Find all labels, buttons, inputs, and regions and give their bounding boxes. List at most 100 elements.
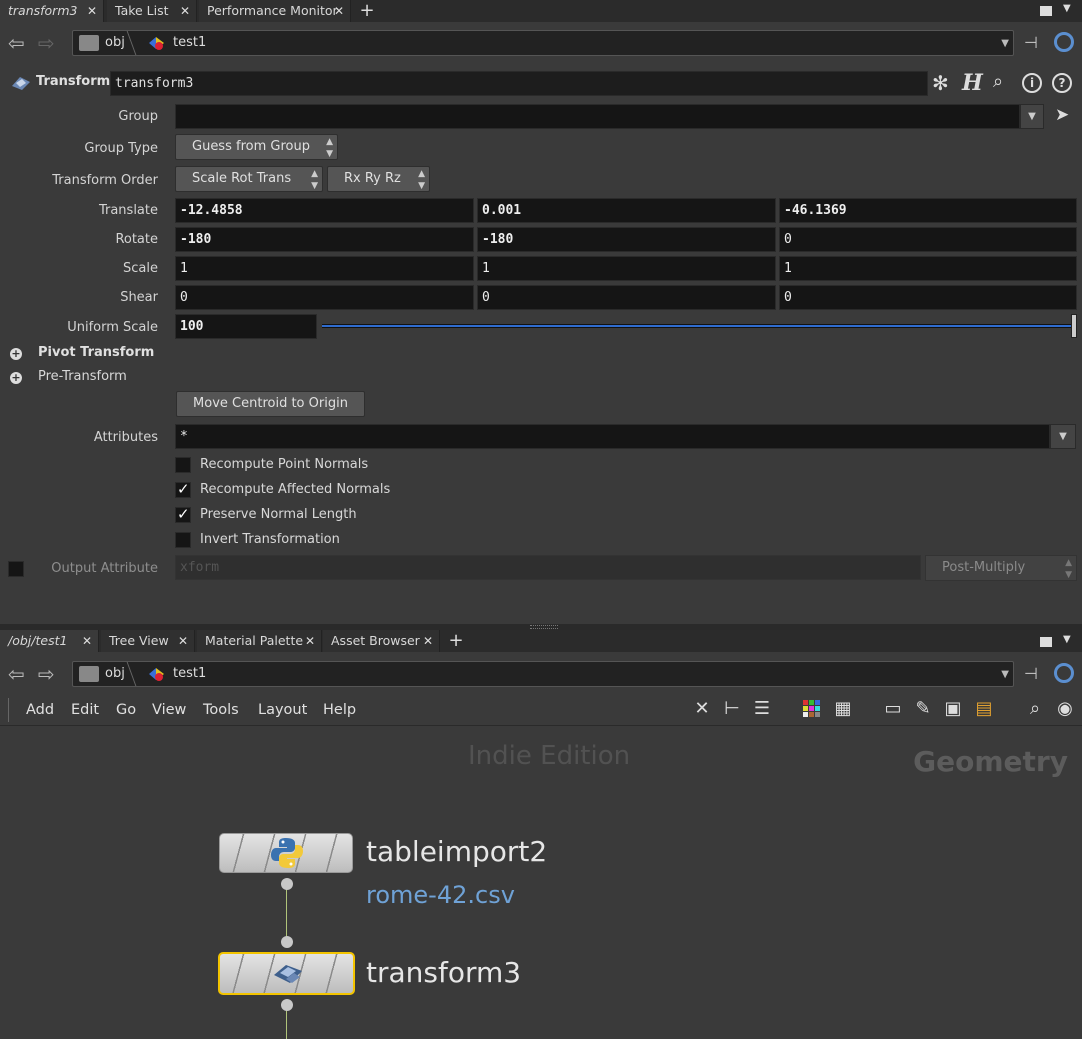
shear-y-field[interactable]: 0 <box>477 285 776 310</box>
houdini-help-icon[interactable]: H <box>962 70 983 96</box>
close-icon[interactable]: ✕ <box>178 630 188 652</box>
eye-icon[interactable]: ◉ <box>1052 696 1078 722</box>
pivot-transform-folder[interactable]: Pivot Transform <box>38 345 154 360</box>
network-canvas[interactable]: Indie Edition Geometry tableimport2 rome… <box>0 727 1082 1039</box>
chevron-down-icon[interactable]: ▼ <box>1063 3 1071 14</box>
move-centroid-button[interactable]: Move Centroid to Origin <box>176 391 365 417</box>
path-node[interactable]: test1 <box>173 662 206 686</box>
chevron-down-icon[interactable]: ▼ <box>1063 634 1071 645</box>
rotate-x-field[interactable]: -180 <box>175 227 474 252</box>
forward-arrow-icon[interactable]: ⇨ <box>38 664 62 684</box>
node-transform3[interactable] <box>218 952 355 995</box>
group-dropdown[interactable]: ▼ <box>1020 104 1044 129</box>
search-icon[interactable]: ⌕ <box>1022 696 1048 722</box>
expand-plus-icon[interactable]: + <box>10 348 22 360</box>
output-connector[interactable] <box>281 999 293 1011</box>
color-grid-icon[interactable] <box>799 696 825 722</box>
scale-z-field[interactable]: 1 <box>779 256 1077 281</box>
path-root[interactable]: obj <box>105 31 125 55</box>
tab-material-palette[interactable]: Material Palette ✕ <box>197 630 322 652</box>
scale-y-field[interactable]: 1 <box>477 256 776 281</box>
invert-transformation-checkbox[interactable] <box>175 532 191 548</box>
tab-asset-browser[interactable]: Asset Browser ✕ <box>323 630 440 652</box>
chevron-down-icon[interactable]: ▼ <box>1001 669 1009 680</box>
menu-view[interactable]: View <box>152 696 186 724</box>
rotate-z-field[interactable]: 0 <box>779 227 1077 252</box>
recompute-affected-normals-checkbox[interactable]: ✓ <box>175 480 191 498</box>
tab-tree-view[interactable]: Tree View ✕ <box>101 630 195 652</box>
input-connector[interactable] <box>281 936 293 948</box>
background-image-icon[interactable]: ▣ <box>940 696 966 722</box>
shear-x-field[interactable]: 0 <box>175 285 474 310</box>
close-icon[interactable]: ✕ <box>82 630 92 652</box>
menu-layout[interactable]: Layout <box>258 696 307 724</box>
search-icon[interactable]: ⌕ <box>993 71 1003 92</box>
uniform-scale-slider-track[interactable] <box>322 324 1072 328</box>
gear-icon[interactable]: ✻ <box>932 71 949 95</box>
close-icon[interactable]: ✕ <box>87 0 97 22</box>
close-icon[interactable]: ✕ <box>423 630 433 652</box>
translate-z-field[interactable]: -46.1369 <box>779 198 1077 223</box>
group-input[interactable] <box>175 104 1020 129</box>
scale-x-field[interactable]: 1 <box>175 256 474 281</box>
tab-transform3[interactable]: transform3 ✕ <box>0 0 104 22</box>
pin-icon[interactable]: ⊣ <box>1024 33 1038 52</box>
menu-help[interactable]: Help <box>323 696 356 724</box>
node-tableimport2[interactable] <box>219 833 353 873</box>
info-icon[interactable]: i <box>1022 73 1042 93</box>
preserve-normal-length-checkbox[interactable]: ✓ <box>175 505 191 523</box>
back-arrow-icon[interactable]: ⇦ <box>8 664 32 684</box>
path-field[interactable]: obj test1 ▼ <box>72 30 1014 56</box>
path-field[interactable]: obj test1 ▼ <box>72 661 1014 687</box>
rotate-y-field[interactable]: -180 <box>477 227 776 252</box>
menu-add[interactable]: Add <box>26 696 54 724</box>
group-type-menu[interactable]: Guess from Group ▲ ▼ <box>175 134 338 160</box>
path-root[interactable]: obj <box>105 662 125 686</box>
add-tab-icon[interactable]: + <box>446 630 466 652</box>
rotation-order-menu[interactable]: Rx Ry Rz ▲ ▼ <box>327 166 430 192</box>
uniform-scale-field[interactable]: 100 <box>175 314 317 339</box>
recompute-point-normals-checkbox[interactable] <box>175 457 191 473</box>
link-icon[interactable] <box>1054 32 1074 52</box>
translate-x-field[interactable]: -12.4858 <box>175 198 474 223</box>
pre-transform-folder[interactable]: Pre-Transform <box>38 369 127 384</box>
list-icon[interactable]: ☰ <box>749 696 775 722</box>
add-tab-icon[interactable]: + <box>357 0 377 22</box>
menu-tools[interactable]: Tools <box>203 696 239 724</box>
shape-grid-icon[interactable]: ▦ <box>830 696 856 722</box>
maximize-icon[interactable] <box>1040 637 1052 647</box>
node-name-transform3[interactable]: transform3 <box>366 956 521 989</box>
tab-obj-test1[interactable]: /obj/test1 ✕ <box>0 630 99 652</box>
attributes-dropdown[interactable]: ▼ <box>1050 424 1076 449</box>
network-box-icon[interactable]: ▭ <box>880 696 906 722</box>
maximize-icon[interactable] <box>1040 6 1052 16</box>
back-arrow-icon[interactable]: ⇦ <box>8 33 32 53</box>
tree-icon[interactable]: ⊢ <box>719 696 745 722</box>
translate-y-field[interactable]: 0.001 <box>477 198 776 223</box>
close-icon[interactable]: ✕ <box>180 0 190 22</box>
link-icon[interactable] <box>1054 663 1074 683</box>
transform-order-menu[interactable]: Scale Rot Trans ▲ ▼ <box>175 166 323 192</box>
help-icon[interactable]: ? <box>1052 73 1072 93</box>
output-mode-menu[interactable]: Post-Multiply ▲ ▼ <box>925 555 1077 581</box>
drag-handle[interactable] <box>530 625 558 629</box>
path-node[interactable]: test1 <box>173 31 206 55</box>
attributes-input[interactable]: * <box>175 424 1050 449</box>
close-icon[interactable]: ✕ <box>305 630 315 652</box>
pin-icon[interactable]: ⊣ <box>1024 664 1038 683</box>
forward-arrow-icon[interactable]: ⇨ <box>38 33 62 53</box>
output-attribute-input[interactable]: xform <box>175 555 921 580</box>
menu-go[interactable]: Go <box>116 696 136 724</box>
tab-take-list[interactable]: Take List ✕ <box>107 0 197 22</box>
select-arrow-icon[interactable]: ➤ <box>1055 105 1069 125</box>
shear-z-field[interactable]: 0 <box>779 285 1077 310</box>
output-connector[interactable] <box>281 878 293 890</box>
expand-plus-icon[interactable]: + <box>10 372 22 384</box>
uniform-scale-slider-handle[interactable] <box>1071 314 1077 338</box>
tab-performance-monitor[interactable]: Performance Monitor ✕ <box>199 0 351 22</box>
sticky-note-icon[interactable]: ✎ <box>910 696 936 722</box>
node-name-tableimport2[interactable]: tableimport2 <box>366 835 547 868</box>
node-name-field[interactable]: transform3 <box>110 71 928 96</box>
close-icon[interactable]: ✕ <box>334 0 344 22</box>
chevron-down-icon[interactable]: ▼ <box>1001 38 1009 49</box>
